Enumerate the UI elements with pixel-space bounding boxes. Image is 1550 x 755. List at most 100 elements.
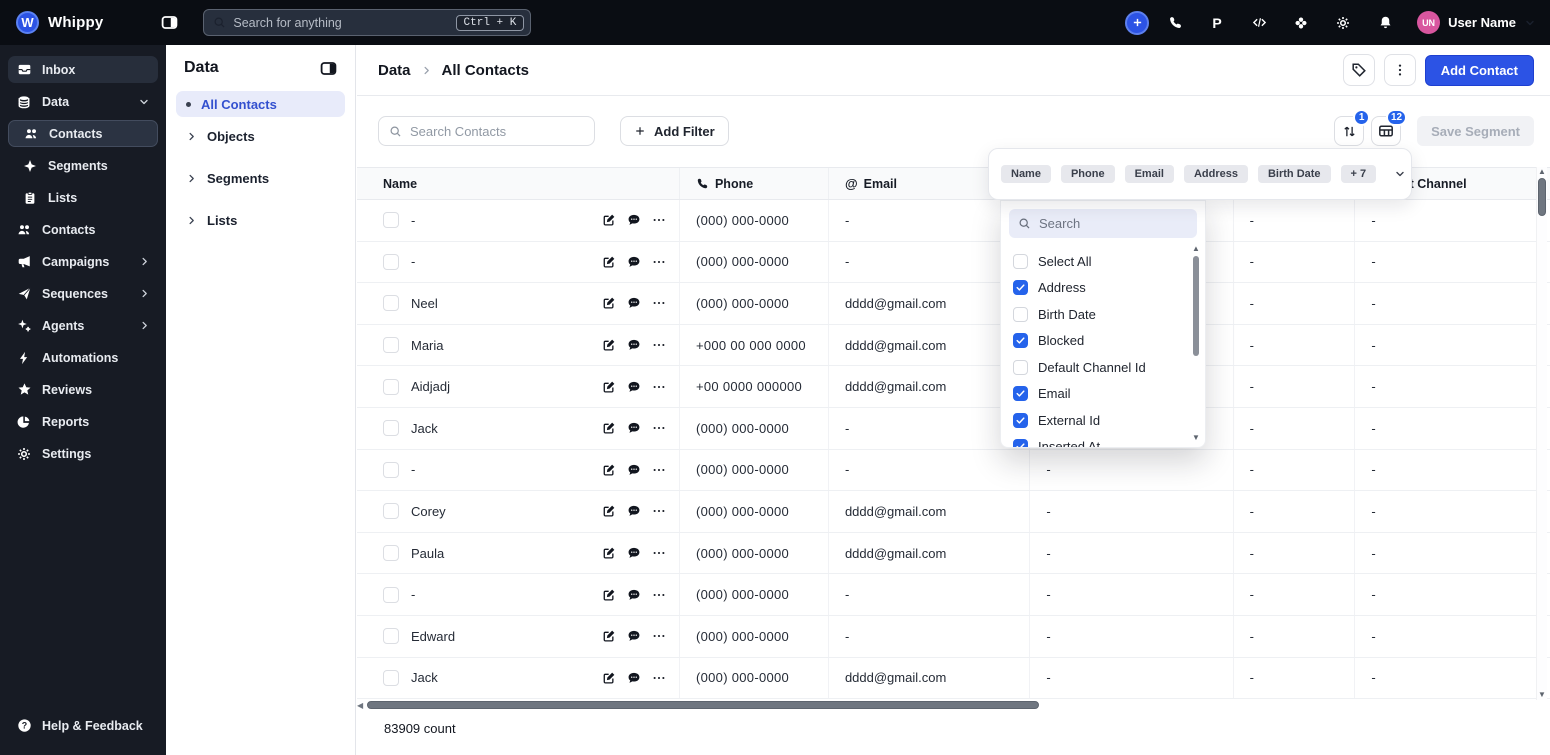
bell-button[interactable] xyxy=(1369,7,1401,39)
gear-button[interactable] xyxy=(1327,7,1359,39)
chat-icon[interactable] xyxy=(627,588,641,602)
breadcrumb-item[interactable]: Data xyxy=(378,62,411,79)
sidebar-item-campaigns[interactable]: Campaigns xyxy=(8,248,158,275)
more-columns-chip[interactable]: + 7 xyxy=(1340,165,1377,183)
sidebar-item-sequences[interactable]: Sequences xyxy=(8,280,158,307)
panel-item-lists[interactable]: Lists xyxy=(176,207,345,233)
column-option-default-channel-id[interactable]: Default Channel Id xyxy=(1013,354,1187,381)
dots-icon[interactable] xyxy=(652,671,666,685)
column-chip[interactable]: Birth Date xyxy=(1257,165,1331,183)
chat-icon[interactable] xyxy=(627,629,641,643)
checkbox[interactable] xyxy=(1013,253,1028,269)
row-checkbox[interactable] xyxy=(383,253,399,270)
chat-icon[interactable] xyxy=(627,213,641,227)
row-checkbox[interactable] xyxy=(383,295,399,312)
dropdown-scrollbar[interactable]: ▲ ▼ xyxy=(1191,244,1201,443)
horizontal-scrollbar[interactable]: ◀ xyxy=(357,699,1550,711)
checkbox[interactable] xyxy=(1013,412,1028,428)
chat-icon[interactable] xyxy=(627,380,641,394)
edit-icon[interactable] xyxy=(602,504,616,518)
row-checkbox[interactable] xyxy=(383,545,399,562)
chat-icon[interactable] xyxy=(627,546,641,560)
dots-icon[interactable] xyxy=(652,255,666,269)
edit-icon[interactable] xyxy=(602,213,616,227)
user-menu[interactable]: UN User Name xyxy=(1417,11,1536,34)
column-chip[interactable]: Name xyxy=(1001,165,1051,183)
row-checkbox[interactable] xyxy=(383,461,399,478)
code-button[interactable] xyxy=(1243,7,1275,39)
vertical-scrollbar-thumb[interactable] xyxy=(1538,178,1546,216)
row-checkbox[interactable] xyxy=(383,420,399,437)
sidebar-item-data[interactable]: Data xyxy=(8,88,158,115)
more-options-button[interactable] xyxy=(1383,54,1416,86)
dots-icon[interactable] xyxy=(652,546,666,560)
edit-icon[interactable] xyxy=(602,629,616,643)
column-header-name[interactable]: Name xyxy=(357,168,680,199)
sidebar-item-segments[interactable]: Segments xyxy=(8,152,158,179)
checkbox[interactable] xyxy=(1013,333,1028,349)
row-checkbox[interactable] xyxy=(383,669,399,686)
sidebar-item-contacts[interactable]: Contacts xyxy=(8,216,158,243)
sort-button[interactable]: 1 xyxy=(1334,109,1371,146)
columns-button[interactable]: 12 xyxy=(1371,109,1408,146)
phone-call-button[interactable] xyxy=(1159,7,1191,39)
row-checkbox[interactable] xyxy=(383,586,399,603)
column-chip[interactable]: Phone xyxy=(1060,165,1115,183)
edit-icon[interactable] xyxy=(602,421,616,435)
sidebar-item-contacts[interactable]: Contacts xyxy=(8,120,158,147)
dots-icon[interactable] xyxy=(652,504,666,518)
chat-icon[interactable] xyxy=(627,463,641,477)
scroll-up-icon[interactable]: ▲ xyxy=(1538,167,1546,177)
edit-icon[interactable] xyxy=(602,588,616,602)
edit-icon[interactable] xyxy=(602,463,616,477)
chevron-down-icon[interactable] xyxy=(1394,168,1406,180)
edit-icon[interactable] xyxy=(602,380,616,394)
column-chip[interactable]: Email xyxy=(1124,165,1174,183)
plus-circle-button[interactable] xyxy=(1125,10,1150,35)
tag-button[interactable] xyxy=(1342,54,1375,86)
dots-icon[interactable] xyxy=(652,629,666,643)
edit-icon[interactable] xyxy=(602,671,616,685)
edit-icon[interactable] xyxy=(602,255,616,269)
checkbox[interactable] xyxy=(1013,359,1028,375)
sidebar-item-lists[interactable]: Lists xyxy=(8,184,158,211)
edit-icon[interactable] xyxy=(602,338,616,352)
column-option-select-all[interactable]: Select All xyxy=(1013,248,1187,275)
column-option-inserted-at[interactable]: Inserted At xyxy=(1013,434,1187,447)
sidebar-collapse-icon[interactable] xyxy=(161,14,178,31)
add-contact-button[interactable]: Add Contact xyxy=(1424,54,1534,86)
breadcrumb-item[interactable]: All Contacts xyxy=(442,62,530,79)
dropdown-scrollbar-thumb[interactable] xyxy=(1193,256,1199,356)
scroll-down-icon[interactable]: ▼ xyxy=(1538,690,1546,700)
search-contacts-input[interactable]: Search Contacts xyxy=(378,116,595,146)
dots-icon[interactable] xyxy=(652,380,666,394)
puzzle-button[interactable] xyxy=(1285,7,1317,39)
row-checkbox[interactable] xyxy=(383,503,399,520)
sidebar-item-reports[interactable]: Reports xyxy=(8,408,158,435)
dots-icon[interactable] xyxy=(652,213,666,227)
checkbox[interactable] xyxy=(1013,439,1028,447)
p-button[interactable]: P xyxy=(1201,7,1233,39)
dots-icon[interactable] xyxy=(652,588,666,602)
column-option-birth-date[interactable]: Birth Date xyxy=(1013,301,1187,328)
panel-item-segments[interactable]: Segments xyxy=(176,165,345,191)
chat-icon[interactable] xyxy=(627,338,641,352)
sidebar-item-automations[interactable]: Automations xyxy=(8,344,158,371)
sidebar-item-agents[interactable]: Agents xyxy=(8,312,158,339)
checkbox[interactable] xyxy=(1013,386,1028,402)
edit-icon[interactable] xyxy=(602,296,616,310)
sidebar-item-reviews[interactable]: Reviews xyxy=(8,376,158,403)
panel-item-objects[interactable]: Objects xyxy=(176,123,345,149)
sidebar-item-settings[interactable]: Settings xyxy=(8,440,158,467)
scroll-left-icon[interactable]: ◀ xyxy=(357,701,365,710)
edit-icon[interactable] xyxy=(602,546,616,560)
column-chip[interactable]: Address xyxy=(1183,165,1248,183)
row-checkbox[interactable] xyxy=(383,628,399,645)
sidebar-item-inbox[interactable]: Inbox xyxy=(8,56,158,83)
chat-icon[interactable] xyxy=(627,671,641,685)
dots-icon[interactable] xyxy=(652,338,666,352)
row-checkbox[interactable] xyxy=(383,378,399,395)
chat-icon[interactable] xyxy=(627,255,641,269)
panel-toggle-icon[interactable] xyxy=(320,60,337,77)
sidebar-item-help-feedback[interactable]: ? Help & Feedback xyxy=(8,712,158,739)
